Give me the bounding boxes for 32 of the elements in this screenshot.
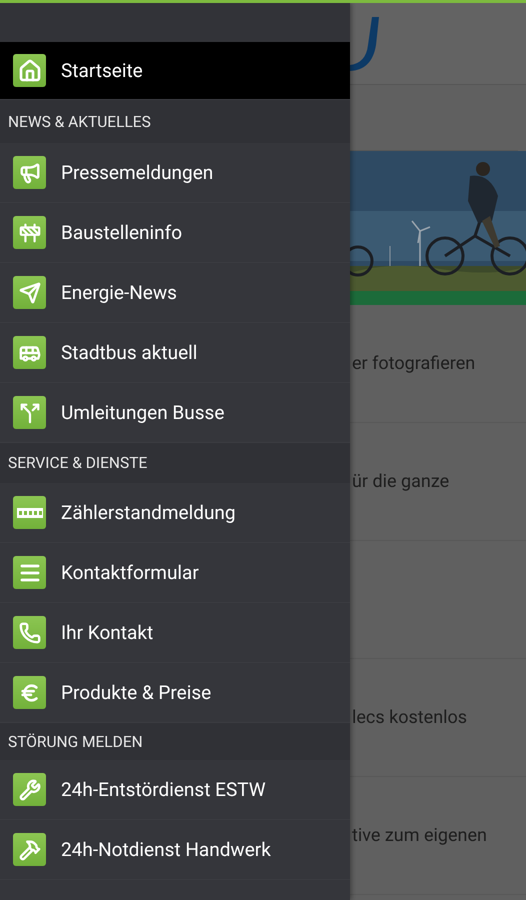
phone-icon xyxy=(13,616,46,649)
menu-icon xyxy=(13,556,46,589)
section-header: STÖRUNG MELDEN xyxy=(0,723,350,760)
barrier-icon xyxy=(13,216,46,249)
menu-item[interactable]: Produkte & Preise xyxy=(0,663,350,723)
article-title: er fotografieren xyxy=(352,353,476,374)
article-title: ür die ganze xyxy=(352,471,450,492)
bus-icon xyxy=(13,336,46,369)
menu-item[interactable]: Umleitungen Busse xyxy=(0,383,350,443)
menu-item[interactable]: Zählerstandmeldung xyxy=(0,483,350,543)
menu-item[interactable]: Energie-News xyxy=(0,263,350,323)
menu-item[interactable]: 24h-Notdienst Handwerk xyxy=(0,820,350,880)
menu-item[interactable]: Startseite xyxy=(0,42,350,100)
section-header: SERVICE & DIENSTE xyxy=(0,443,350,483)
menu-item[interactable]: Pressemeldungen xyxy=(0,143,350,203)
split-arrows-icon xyxy=(13,396,46,429)
home-icon xyxy=(13,54,46,87)
megaphone-icon xyxy=(13,156,46,189)
euro-icon xyxy=(13,676,46,709)
hammer-icon xyxy=(13,833,46,866)
menu-item[interactable]: Stadtbus aktuell xyxy=(0,323,350,383)
logo-icon xyxy=(350,15,380,73)
section-header: NEWS & AKTUELLES xyxy=(0,100,350,143)
menu-item[interactable]: Ihr Kontakt xyxy=(0,603,350,663)
wrench-icon xyxy=(13,773,46,806)
counter-icon xyxy=(13,496,46,529)
article-title: lecs kostenlos xyxy=(352,707,468,728)
article-title: tive zum eigenen xyxy=(352,825,487,846)
paper-plane-icon xyxy=(13,276,46,309)
menu-item[interactable]: Kontaktformular xyxy=(0,543,350,603)
menu-item[interactable]: Baustelleninfo xyxy=(0,203,350,263)
menu-item[interactable]: 24h-Entstördienst ESTW xyxy=(0,760,350,820)
